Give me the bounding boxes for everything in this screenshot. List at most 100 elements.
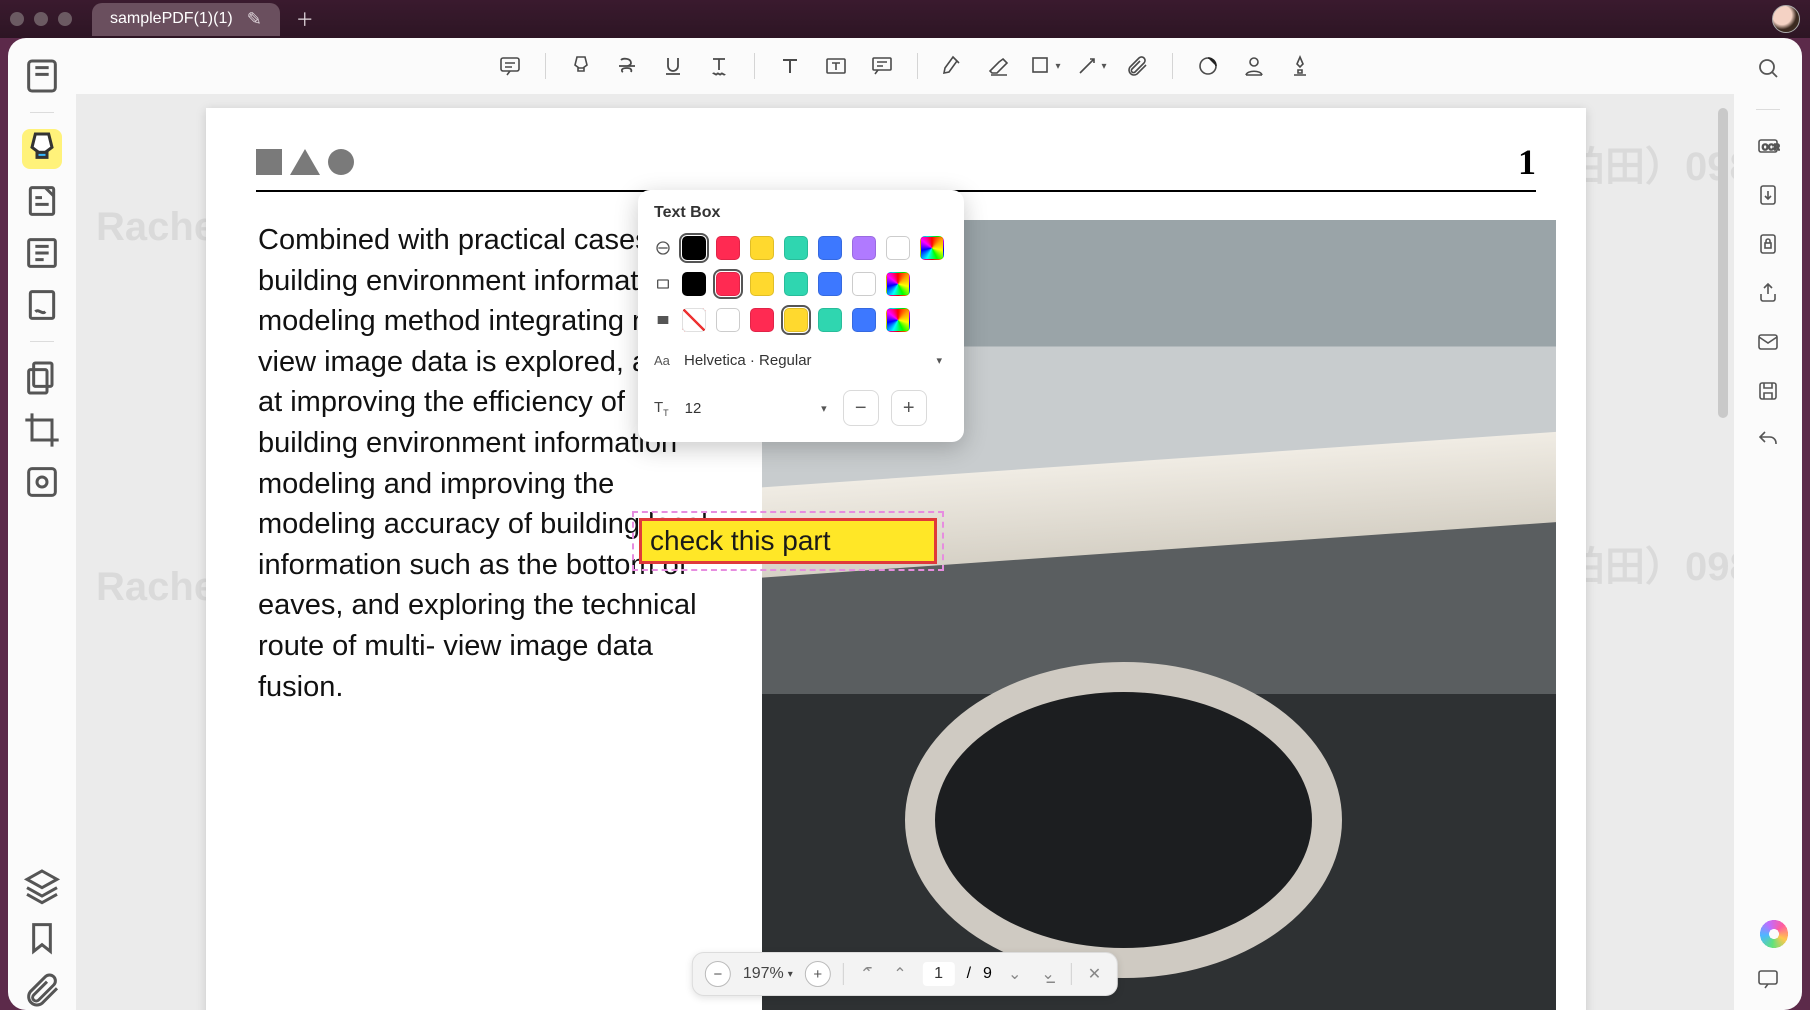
font-size-dropdown[interactable]: 12 (681, 392, 831, 424)
comment-button[interactable] (491, 47, 529, 85)
squiggly-button[interactable] (700, 47, 738, 85)
font-size-row: TT 12 − + (654, 390, 948, 426)
callout-button[interactable] (863, 47, 901, 85)
strikethrough-button[interactable] (608, 47, 646, 85)
color-swatch[interactable] (818, 308, 842, 332)
user-avatar[interactable] (1772, 5, 1800, 33)
convert-button[interactable] (1756, 183, 1780, 212)
crop-tool-button[interactable] (22, 410, 62, 450)
shape-button[interactable] (1026, 47, 1064, 85)
color-swatch[interactable] (852, 272, 876, 296)
zoom-level-value: 197% (743, 965, 784, 983)
close-window-button[interactable] (10, 12, 24, 26)
border-color-row (654, 272, 948, 296)
color-swatch[interactable] (682, 236, 706, 260)
app-chrome: OCR Rachel（袁柏田）0980 Rachel（袁柏田）0980 Rach… (8, 38, 1802, 1010)
stamp-button[interactable] (1189, 47, 1227, 85)
protect-button[interactable] (1756, 232, 1780, 261)
color-swatch[interactable] (716, 272, 740, 296)
left-toolbar (8, 38, 76, 1010)
reader-tool-button[interactable] (22, 233, 62, 273)
color-swatch[interactable] (716, 308, 740, 332)
thumbnails-panel-button[interactable] (22, 56, 62, 96)
color-swatch[interactable] (750, 272, 774, 296)
first-page-button[interactable]: ⌃̄ (856, 964, 877, 984)
textbox-annotation[interactable]: check this part (639, 518, 937, 564)
bookmarks-button[interactable] (22, 918, 62, 958)
save-button[interactable] (1756, 379, 1780, 408)
minimize-window-button[interactable] (34, 12, 48, 26)
color-swatch[interactable] (818, 236, 842, 260)
last-page-button[interactable]: ⌄̲ (1037, 964, 1058, 984)
textbox-button[interactable] (817, 47, 855, 85)
color-swatch[interactable] (750, 236, 774, 260)
color-swatch[interactable] (886, 272, 910, 296)
border-color-icon (654, 275, 672, 293)
zoom-level-dropdown[interactable]: 197% ▾ (743, 965, 793, 983)
ocr-button[interactable]: OCR (1756, 134, 1780, 163)
color-swatch[interactable] (784, 308, 808, 332)
maximize-window-button[interactable] (58, 12, 72, 26)
rename-tab-icon[interactable]: ✎ (247, 9, 262, 30)
color-swatch[interactable] (852, 308, 876, 332)
tab-title: samplePDF(1)(1) (110, 10, 233, 28)
profile-stamp-button[interactable] (1235, 47, 1273, 85)
color-swatch[interactable] (852, 236, 876, 260)
font-family-row: Aa Helvetica · Regular (654, 344, 948, 376)
page-sep: / (967, 965, 971, 983)
font-size-decrease-button[interactable]: − (843, 390, 879, 426)
page-copy-button[interactable] (22, 358, 62, 398)
comments-panel-button[interactable] (1756, 967, 1780, 996)
color-swatch[interactable] (784, 236, 808, 260)
document-viewport[interactable]: Rachel（袁柏田）0980 Rachel（袁柏田）0980 Rachel（袁… (76, 94, 1734, 1010)
separator (917, 53, 918, 79)
signature-button[interactable] (1281, 47, 1319, 85)
separator (1071, 963, 1072, 985)
textbox-properties-popover: Text Box Aa Helvetica · Regular TT (638, 190, 964, 442)
undo-button[interactable] (1756, 428, 1780, 457)
close-bar-button[interactable]: ✕ (1084, 964, 1105, 984)
page-number-input[interactable] (923, 962, 955, 986)
font-size-increase-button[interactable]: + (891, 390, 927, 426)
redact-tool-button[interactable] (22, 462, 62, 502)
add-tab-button[interactable]: ＋ (296, 6, 314, 32)
color-swatch[interactable] (682, 308, 706, 332)
textbox-annotation-text: check this part (650, 525, 831, 557)
color-swatch[interactable] (682, 272, 706, 296)
document-tab[interactable]: samplePDF(1)(1) ✎ (92, 3, 280, 36)
underline-button[interactable] (654, 47, 692, 85)
color-swatch[interactable] (886, 308, 910, 332)
next-page-button[interactable]: ⌄ (1004, 964, 1025, 984)
note-tool-button[interactable] (22, 181, 62, 221)
color-swatch[interactable] (818, 272, 842, 296)
zoom-out-button[interactable]: − (705, 961, 731, 987)
fill-sign-tool-button[interactable] (22, 285, 62, 325)
font-family-dropdown[interactable]: Helvetica · Regular (684, 344, 948, 376)
line-arrow-button[interactable] (1072, 47, 1110, 85)
color-swatch[interactable] (886, 236, 910, 260)
header-shapes-icon (256, 149, 354, 175)
highlight-tool-button[interactable] (22, 129, 62, 169)
prev-page-button[interactable]: ⌃ (889, 964, 910, 984)
zoom-in-button[interactable]: + (805, 961, 831, 987)
text-button[interactable] (771, 47, 809, 85)
eraser-button[interactable] (980, 47, 1018, 85)
color-swatch[interactable] (750, 308, 774, 332)
email-button[interactable] (1756, 330, 1780, 359)
highlighter-button[interactable] (562, 47, 600, 85)
vertical-scrollbar-thumb[interactable] (1718, 108, 1728, 418)
attachments-button[interactable] (22, 970, 62, 1010)
separator (545, 53, 546, 79)
separator (30, 341, 54, 342)
color-swatch[interactable] (716, 236, 740, 260)
color-swatch[interactable] (920, 236, 944, 260)
font-icon: Aa (654, 353, 672, 368)
share-button[interactable] (1756, 281, 1780, 310)
layers-button[interactable] (22, 866, 62, 906)
color-swatch[interactable] (784, 272, 808, 296)
attachment-button[interactable] (1118, 47, 1156, 85)
separator (1172, 53, 1173, 79)
text-color-row (654, 236, 948, 260)
pen-button[interactable] (934, 47, 972, 85)
search-button[interactable] (1756, 56, 1780, 85)
